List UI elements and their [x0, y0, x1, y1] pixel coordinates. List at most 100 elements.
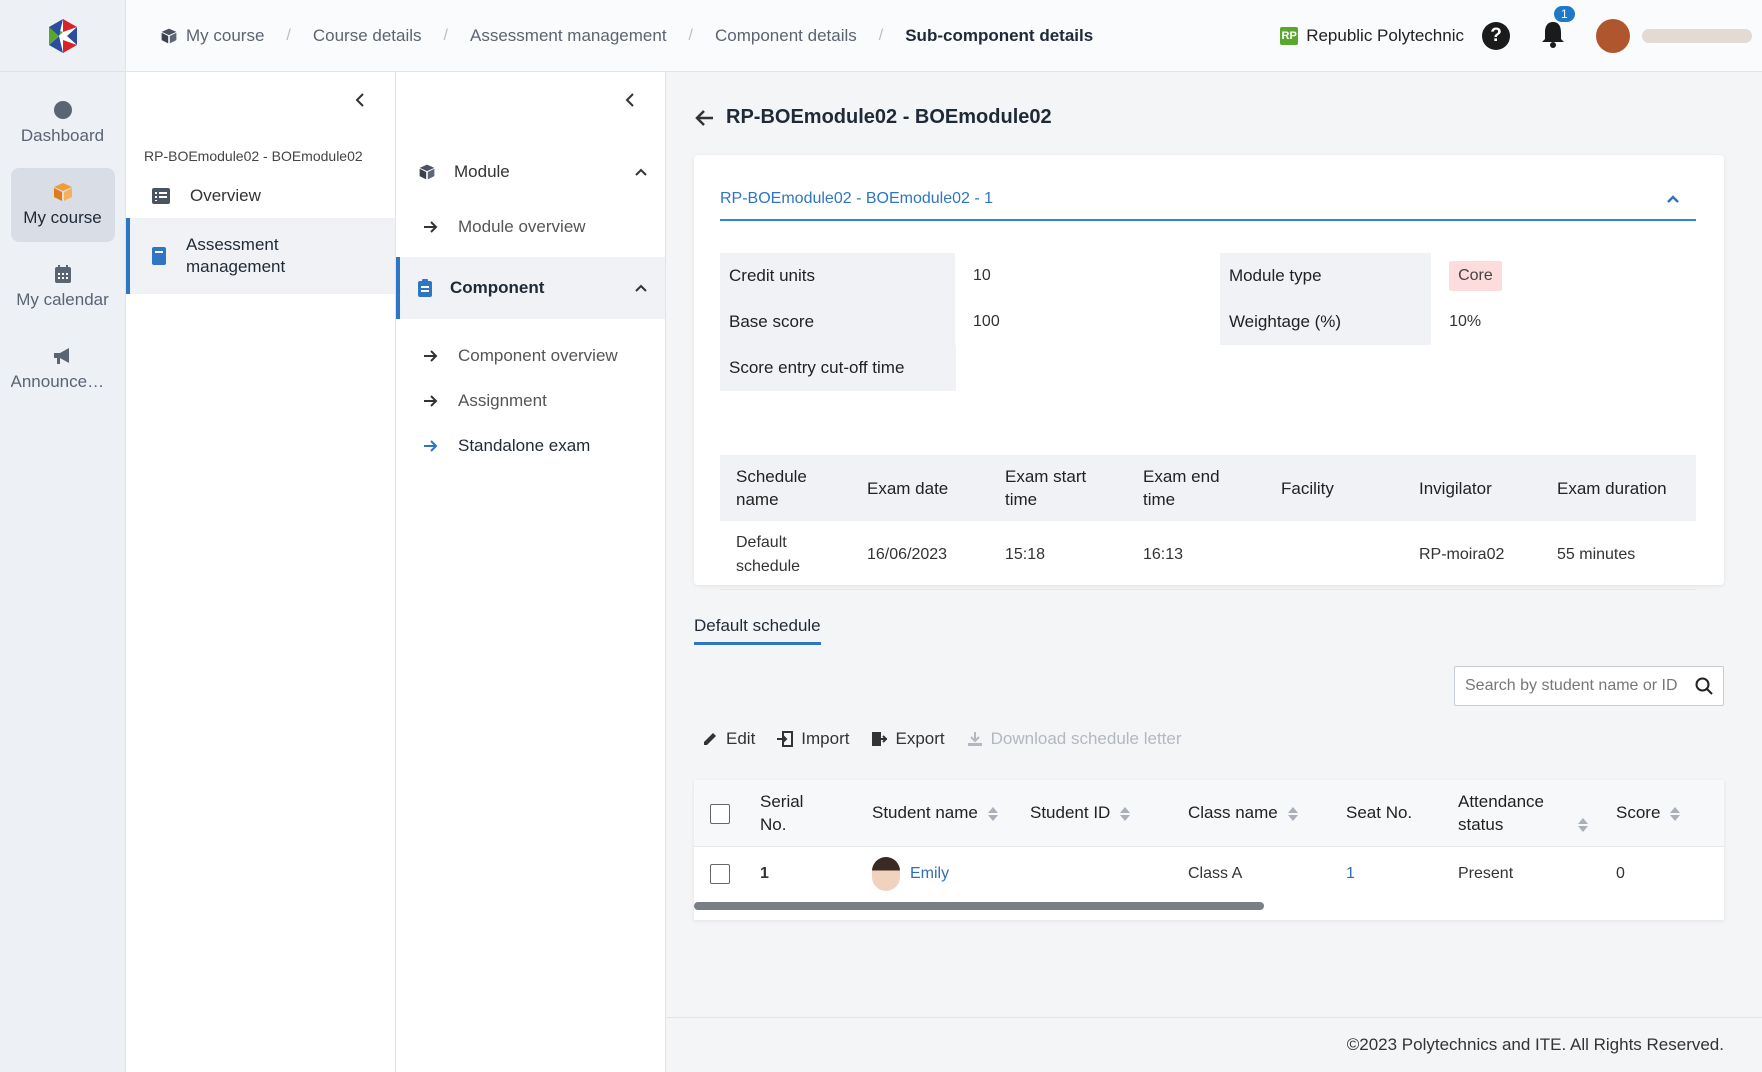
download-label: Download schedule letter [990, 729, 1182, 748]
top-bar: My course / Course details / Assessment … [126, 0, 1762, 72]
footer: ©2023 Polytechnics and ITE. All Rights R… [666, 1017, 1762, 1072]
search-icon[interactable] [1695, 677, 1713, 695]
student-id-cell [1022, 846, 1180, 902]
user-name-blurred[interactable] [1642, 29, 1752, 43]
nav-item-standalone-exam[interactable]: Standalone exam [396, 423, 665, 468]
column-header: Schedule name [720, 455, 851, 521]
column-header: Exam start time [989, 455, 1127, 521]
rail-item-dashboard[interactable]: Dashboard [11, 86, 115, 160]
download-schedule-letter-button[interactable]: Download schedule letter [967, 729, 1182, 749]
column-header-label: Serial No. [760, 791, 804, 834]
institution-name: Republic Polytechnic [1306, 26, 1464, 45]
breadcrumb-label: My course [186, 25, 265, 45]
institution-switcher[interactable]: RP Republic Polytechnic [1280, 26, 1464, 46]
nav-item-assignment[interactable]: Assignment [396, 378, 665, 423]
nav-group-label: Component [450, 278, 545, 297]
column-header-label: Student ID [1030, 803, 1111, 823]
column-header-student-id[interactable]: Student ID [1022, 780, 1180, 847]
sort-icon[interactable] [1578, 818, 1588, 833]
row-select-cell [694, 846, 752, 902]
page-title-text: RP-BOEmodule02 - BOEmodule02 [726, 106, 1052, 128]
credit-units-label: Credit units [720, 253, 956, 299]
weightage-label: Weightage (%) [1219, 299, 1432, 345]
table-cell: 16/06/2023 [851, 521, 989, 590]
nav-item-component-overview[interactable]: Component overview [396, 333, 665, 378]
rail-item-announcements[interactable]: Announcem... [11, 332, 115, 406]
chevron-up-icon [635, 168, 647, 176]
select-all-checkbox[interactable] [710, 803, 730, 824]
student-search-box[interactable] [1454, 666, 1724, 706]
search-input[interactable] [1465, 677, 1695, 695]
course-nav-panel: RP-BOEmodule02 - BOEmodule02 Overview As… [126, 72, 396, 1072]
edit-button[interactable]: Edit [702, 729, 755, 749]
nav-group-module[interactable]: Module [396, 144, 665, 200]
breadcrumb-course-details[interactable]: Course details [313, 26, 422, 46]
chevron-up-icon [635, 284, 647, 292]
column-header-serial: Serial No. [752, 780, 864, 847]
nav-item-label: Assignment [458, 390, 547, 410]
weightage-value: 10% [1449, 313, 1482, 330]
list-icon [152, 188, 170, 204]
back-arrow-icon[interactable] [694, 109, 714, 127]
nav-item-label: Module overview [458, 216, 586, 236]
notification-bell[interactable]: 1 [1540, 5, 1575, 53]
nav-item-overview[interactable]: Overview [126, 174, 395, 218]
header-actions: RP Republic Polytechnic ? 1 [1280, 0, 1762, 72]
info-grid: Credit units 10 Module type Core Base sc… [720, 253, 1696, 391]
export-button[interactable]: Export [871, 729, 945, 749]
nav-item-assessment-management[interactable]: Assessment management [126, 218, 395, 294]
tab-default-schedule[interactable]: Default schedule [694, 616, 821, 645]
sort-icon[interactable] [1287, 806, 1298, 821]
nav-item-module-overview[interactable]: Module overview [396, 204, 665, 249]
rail-item-my-course[interactable]: My course [10, 168, 115, 242]
core-tag: Core [1449, 261, 1502, 291]
row-checkbox[interactable] [710, 864, 730, 885]
help-icon[interactable]: ? [1482, 22, 1510, 50]
column-header-label: Class name [1188, 803, 1278, 823]
sort-icon[interactable] [1120, 806, 1131, 821]
card-accordion-header[interactable]: RP-BOEmodule02 - BOEmodule02 - 1 [720, 179, 1696, 221]
student-grid: Serial No. Student name Student ID Class… [694, 780, 1724, 920]
rail-item-my-calendar[interactable]: My calendar [11, 250, 115, 324]
column-header-attendance[interactable]: Attendance status [1450, 780, 1608, 847]
rail-label: My course [23, 208, 102, 227]
column-header-label: Attendance status [1458, 791, 1545, 834]
clipboard-icon [418, 279, 432, 297]
column-header-class-name[interactable]: Class name [1180, 780, 1338, 847]
export-icon [872, 732, 888, 746]
module-type-label: Module type [1219, 253, 1432, 299]
column-header: Exam end time [1127, 455, 1265, 521]
module-type-value: Core [1431, 253, 1696, 299]
app-logo[interactable] [0, 0, 125, 72]
select-all-cell [694, 780, 752, 847]
student-avatar [872, 857, 900, 892]
breadcrumb-separator: / [688, 26, 693, 44]
collapse-panel-button[interactable] [396, 72, 665, 128]
horizontal-scrollbar[interactable] [694, 902, 1264, 910]
sort-icon[interactable] [987, 806, 998, 821]
nav-group-component[interactable]: Component [396, 257, 665, 319]
student-name-link[interactable]: Emily [910, 865, 949, 883]
arrow-right-icon [424, 394, 438, 407]
logo-icon [48, 18, 77, 53]
breadcrumb-label: Assessment management [470, 25, 667, 45]
column-header: Exam date [851, 455, 989, 521]
arrow-right-icon [424, 220, 438, 233]
column-header-student-name[interactable]: Student name [864, 780, 1022, 847]
component-nav-panel: Module Module overview Component Compone… [396, 72, 666, 1072]
column-header-score[interactable]: Score [1608, 780, 1724, 847]
download-icon [967, 732, 982, 746]
student-name-cell: Emily [864, 846, 1022, 902]
breadcrumb-assessment-management[interactable]: Assessment management [470, 26, 667, 46]
compass-icon [53, 101, 72, 119]
sort-icon[interactable] [1670, 806, 1681, 821]
breadcrumb-my-course[interactable]: My course [160, 26, 264, 46]
breadcrumb-component-details[interactable]: Component details [715, 26, 857, 46]
user-avatar[interactable] [1596, 19, 1630, 53]
column-header-label: Score [1616, 803, 1661, 823]
collapse-panel-button[interactable] [126, 72, 395, 128]
book-icon [152, 247, 166, 265]
megaphone-icon [53, 348, 69, 364]
import-button[interactable]: Import [777, 729, 849, 749]
page-title: RP-BOEmodule02 - BOEmodule02 [694, 106, 1052, 129]
